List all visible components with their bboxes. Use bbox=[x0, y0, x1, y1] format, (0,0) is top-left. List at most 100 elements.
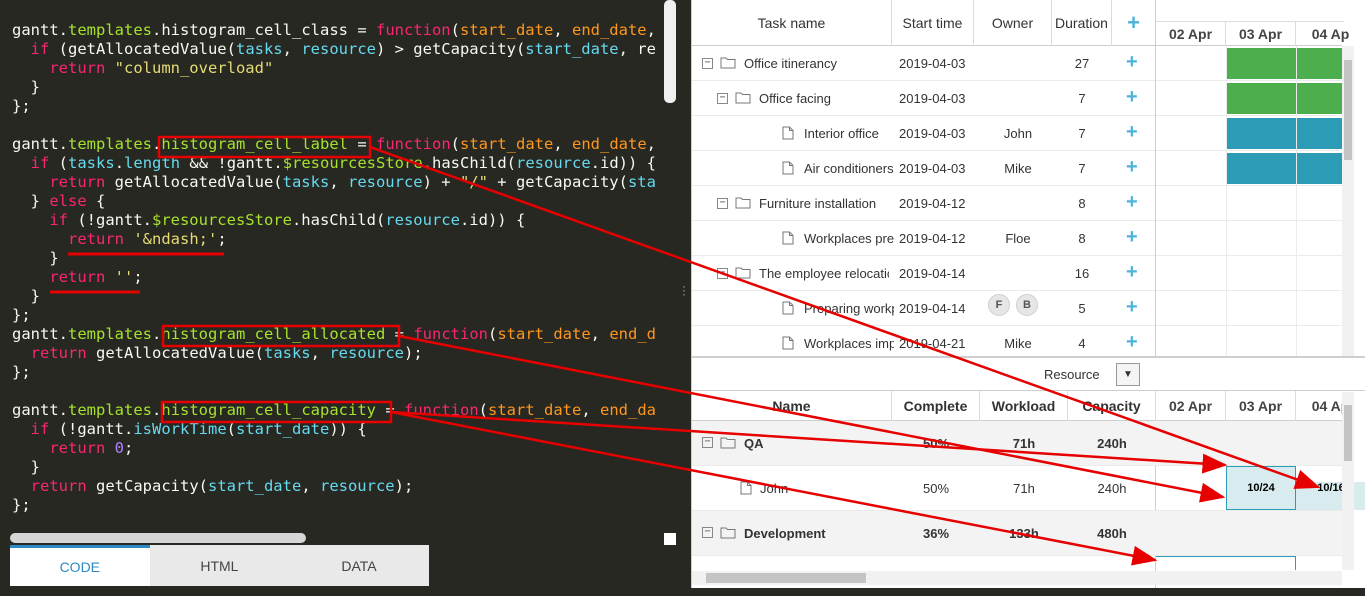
task-row[interactable]: − The employee relocatic 2019-04-14 16 + bbox=[692, 256, 1156, 291]
add-subtask-icon[interactable]: + bbox=[1126, 226, 1138, 249]
code-token: )) { bbox=[329, 420, 367, 438]
code-token: , bbox=[310, 344, 330, 362]
code-line[interactable]: if (tasks.length && !gantt.$resourcesSto… bbox=[12, 154, 656, 173]
code-line[interactable] bbox=[12, 382, 656, 401]
code-token: ) > getCapacity( bbox=[375, 40, 526, 58]
resource-row[interactable]: − QA 50% 71h 240h bbox=[692, 421, 1342, 466]
code-line[interactable]: }; bbox=[12, 306, 656, 325]
col-resource-name[interactable]: Name bbox=[692, 391, 892, 421]
code-line[interactable]: }; bbox=[12, 363, 656, 382]
code-token: return bbox=[12, 477, 96, 495]
task-row[interactable]: Workplaces preparat 2019-04-12 Floe 8 + bbox=[692, 221, 1156, 256]
task-bar[interactable] bbox=[1226, 48, 1346, 79]
task-start: 2019-04-03 bbox=[899, 91, 966, 106]
code-line[interactable]: }; bbox=[12, 496, 656, 515]
add-subtask-icon[interactable]: + bbox=[1126, 156, 1138, 179]
task-row[interactable]: − Office itinerancy 2019-04-03 27 + bbox=[692, 46, 1156, 81]
code-editor[interactable]: gantt.templates.histogram_cell_class = f… bbox=[0, 0, 678, 545]
col-duration[interactable]: Duration bbox=[1052, 0, 1112, 46]
task-bar[interactable] bbox=[1226, 83, 1346, 114]
add-subtask-icon[interactable]: + bbox=[1126, 121, 1138, 144]
code-line[interactable]: return getAllocatedValue(tasks, resource… bbox=[12, 344, 656, 363]
add-subtask-icon[interactable]: + bbox=[1126, 261, 1138, 284]
col-workload[interactable]: Workload bbox=[980, 391, 1068, 421]
resource-name: John bbox=[760, 481, 789, 496]
task-row[interactable]: Air conditioners chec 2019-04-03 Mike 7 + bbox=[692, 151, 1156, 186]
code-token: end_da bbox=[600, 401, 656, 419]
code-line[interactable]: } else { bbox=[12, 192, 656, 211]
collapse-toggle-icon[interactable]: − bbox=[702, 437, 713, 448]
resource-select[interactable]: ▼ bbox=[1116, 363, 1140, 386]
add-subtask-icon[interactable]: + bbox=[1126, 86, 1138, 109]
task-row[interactable]: − Office facing 2019-04-03 7 + bbox=[692, 81, 1156, 116]
code-line[interactable]: if (!gantt.isWorkTime(start_date)) { bbox=[12, 420, 656, 439]
tab-data[interactable]: DATA bbox=[289, 545, 429, 586]
col-task-name[interactable]: Task name bbox=[692, 0, 892, 46]
collapse-toggle-icon[interactable]: − bbox=[717, 93, 728, 104]
add-subtask-icon[interactable]: + bbox=[1126, 191, 1138, 214]
code-token: resource bbox=[319, 477, 395, 495]
gantt-horizontal-thumb[interactable] bbox=[706, 573, 866, 583]
resource-complete: 50% bbox=[922, 436, 950, 451]
code-line[interactable]: } bbox=[12, 249, 656, 268]
code-line[interactable]: return 0; bbox=[12, 439, 656, 458]
code-token: $resourcesStore bbox=[282, 154, 423, 172]
editor-vertical-scrollbar[interactable] bbox=[664, 0, 676, 103]
code-token: function bbox=[376, 135, 451, 153]
collapse-toggle-icon[interactable]: − bbox=[717, 198, 728, 209]
code-line[interactable]: if (!gantt.$resourcesStore.hasChild(reso… bbox=[12, 211, 656, 230]
pane-splitter[interactable]: · · · bbox=[678, 0, 691, 596]
code-line[interactable]: return getAllocatedValue(tasks, resource… bbox=[12, 173, 656, 192]
code-line[interactable]: } bbox=[12, 458, 656, 477]
collapse-toggle-icon[interactable]: − bbox=[702, 58, 713, 69]
code-line[interactable]: return getCapacity(start_date, resource)… bbox=[12, 477, 656, 496]
code-line[interactable]: }; bbox=[12, 97, 656, 116]
code-token: "/" bbox=[459, 173, 488, 191]
code-token: . bbox=[58, 21, 69, 39]
code-line[interactable]: gantt.templates.histogram_cell_capacity … bbox=[12, 401, 656, 420]
code-line[interactable]: if (getAllocatedValue(tasks, resource) >… bbox=[12, 40, 656, 59]
collapse-toggle-icon[interactable]: − bbox=[717, 268, 728, 279]
code-token: . bbox=[58, 401, 69, 419]
col-owner[interactable]: Owner bbox=[974, 0, 1052, 46]
code-token: '&ndash;' bbox=[133, 230, 218, 248]
resource-vertical-thumb[interactable] bbox=[1344, 405, 1352, 461]
code-line[interactable]: gantt.templates.histogram_cell_label = f… bbox=[12, 135, 656, 154]
code-line[interactable]: } bbox=[12, 287, 656, 306]
add-subtask-icon[interactable]: + bbox=[1126, 331, 1138, 354]
editor-horizontal-scrollbar[interactable] bbox=[10, 533, 306, 543]
resource-row[interactable]: − Development 36% 133h 480h bbox=[692, 511, 1342, 556]
task-bar[interactable] bbox=[1226, 118, 1346, 149]
add-subtask-icon[interactable]: + bbox=[1126, 296, 1138, 319]
code-line[interactable]: gantt.templates.histogram_cell_class = f… bbox=[12, 21, 656, 40]
code-line[interactable]: } bbox=[12, 78, 656, 97]
code-token: resource bbox=[329, 344, 404, 362]
col-capacity[interactable]: Capacity bbox=[1068, 391, 1156, 421]
code-line[interactable]: return '&ndash;'; bbox=[12, 230, 656, 249]
task-duration: 7 bbox=[1078, 91, 1086, 106]
code-line[interactable] bbox=[12, 116, 656, 135]
col-start-time[interactable]: Start time bbox=[892, 0, 974, 46]
add-subtask-icon[interactable]: + bbox=[1126, 51, 1138, 74]
gantt-chart: Task name Start time Owner Duration + 02… bbox=[691, 0, 1365, 588]
collapse-toggle-icon[interactable]: − bbox=[702, 527, 713, 538]
tab-html[interactable]: HTML bbox=[150, 545, 290, 586]
task-row[interactable]: Preparing workplace 2019-04-14 FB 5 + bbox=[692, 291, 1156, 326]
gantt-vertical-thumb[interactable] bbox=[1344, 60, 1352, 160]
tab-code[interactable]: CODE bbox=[10, 545, 150, 586]
code-token: start_date bbox=[497, 325, 591, 343]
code-token: ( bbox=[226, 420, 236, 438]
code-line[interactable]: return ''; bbox=[12, 268, 656, 287]
code-token: ); bbox=[394, 477, 414, 495]
file-icon bbox=[782, 336, 798, 350]
task-row[interactable]: Interior office 2019-04-03 John 7 + bbox=[692, 116, 1156, 151]
task-row[interactable]: − Furniture installation 2019-04-12 8 + bbox=[692, 186, 1156, 221]
add-task-icon[interactable]: + bbox=[1112, 0, 1156, 46]
col-complete[interactable]: Complete bbox=[892, 391, 980, 421]
task-bar[interactable] bbox=[1226, 153, 1346, 184]
folder-icon bbox=[720, 526, 736, 539]
code-line[interactable]: return "column_overload" bbox=[12, 59, 656, 78]
task-owner: John bbox=[1003, 126, 1033, 141]
code-line[interactable]: gantt.templates.histogram_cell_allocated… bbox=[12, 325, 656, 344]
code-text[interactable]: gantt.templates.histogram_cell_class = f… bbox=[12, 21, 656, 515]
